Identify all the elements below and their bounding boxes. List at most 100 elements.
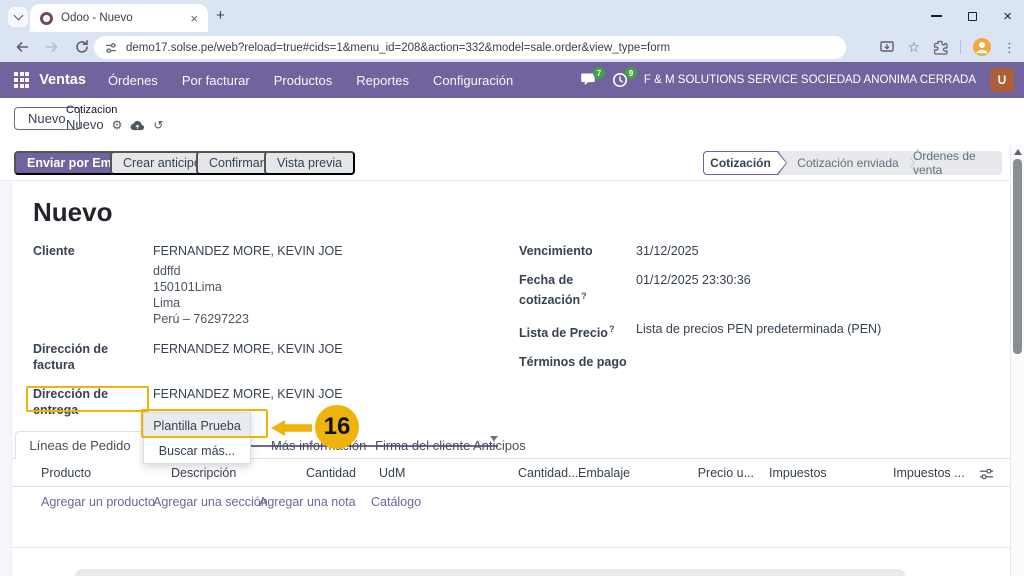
reload-icon[interactable]: [74, 39, 90, 55]
tab-title: Odoo - Nuevo: [61, 12, 188, 24]
save-cloud-icon[interactable]: [130, 119, 145, 131]
menu-configuracion[interactable]: Configuración: [433, 73, 513, 88]
activities-button[interactable]: 9: [612, 72, 630, 88]
section-divider: [12, 547, 1014, 548]
status-step-cotizacion-enviada[interactable]: Cotización enviada: [787, 151, 909, 175]
col-impuestos[interactable]: Impuestos: [769, 466, 827, 480]
col-udm[interactable]: UdM: [379, 466, 405, 480]
browser-tab[interactable]: Odoo - Nuevo ×: [30, 4, 208, 32]
scrollbar-thumb[interactable]: [1013, 159, 1022, 354]
window-restore-icon[interactable]: [968, 12, 977, 21]
window-close-icon[interactable]: ×: [1003, 9, 1012, 24]
url-text: demo17.solse.pe/web?reload=true#cids=1&m…: [126, 42, 670, 54]
app-name[interactable]: Ventas: [39, 72, 86, 88]
page-scrollbar[interactable]: [1010, 145, 1024, 576]
address-line: 150101Lima: [153, 279, 519, 295]
toolbar-right-icons: ☆ ⋮: [879, 32, 1016, 62]
optional-columns-icon[interactable]: [979, 467, 994, 481]
breadcrumb: Cotizacion Nuevo ⚙ ↺: [66, 104, 163, 132]
profile-avatar[interactable]: [973, 38, 991, 56]
help-icon: ?: [609, 324, 615, 334]
status-step-ordenes-venta[interactable]: Órdenes de venta: [913, 151, 1002, 175]
toolbar-divider: [960, 40, 961, 54]
fecha-cotizacion-value[interactable]: 01/12/2025 23:30:36: [636, 272, 751, 308]
window-minimize-icon[interactable]: [931, 15, 942, 16]
apps-grid-icon[interactable]: [14, 72, 29, 87]
tab-anticipos[interactable]: Anticipos: [473, 438, 526, 453]
add-section-link[interactable]: Agregar una sección: [153, 495, 268, 509]
control-panel: Nuevo Cotizacion Nuevo ⚙ ↺: [0, 98, 1024, 145]
tab-lineas-pedido[interactable]: Líneas de Pedido: [15, 431, 145, 459]
col-cantidad-2[interactable]: Cantidad...: [518, 466, 578, 480]
scrollbar-up-icon[interactable]: [1014, 149, 1022, 155]
user-avatar[interactable]: U: [990, 68, 1014, 92]
direccion-factura-value[interactable]: FERNANDEZ MORE, KEVIN JOE: [153, 341, 343, 373]
vencimiento-value[interactable]: 31/12/2025: [636, 243, 699, 259]
address-line: Lima: [153, 295, 519, 311]
browser-tab-strip: Odoo - Nuevo × + ×: [0, 0, 1024, 32]
sheet-left-gutter: [0, 181, 11, 576]
tab-search-button[interactable]: [8, 7, 28, 27]
screen: Odoo - Nuevo × + × demo17.solse.pe/web?r…: [0, 0, 1024, 576]
menu-por-facturar[interactable]: Por facturar: [182, 73, 250, 88]
address-line: ddffd: [153, 263, 519, 279]
action-row: Enviar por Email Crear anticipo Confirma…: [0, 145, 1024, 181]
back-icon[interactable]: [14, 39, 30, 55]
fecha-cotizacion-label: Fecha de cotización?: [519, 272, 636, 308]
tab-firma-cliente[interactable]: Firma del cliente: [375, 438, 470, 453]
odoo-navbar: Ventas Órdenes Por facturar Productos Re…: [0, 62, 1024, 98]
annotation-arrow-icon: [271, 419, 312, 437]
company-name[interactable]: F & M SOLUTIONS SERVICE SOCIEDAD ANONIMA…: [644, 74, 976, 86]
col-cantidad[interactable]: Cantidad: [281, 466, 356, 480]
chatter-composer-edge[interactable]: [75, 569, 905, 576]
install-app-icon[interactable]: [879, 39, 895, 55]
new-tab-button[interactable]: +: [216, 8, 225, 24]
cliente-value[interactable]: FERNANDEZ MORE, KEVIN JOE: [153, 243, 343, 259]
activities-badge: 9: [625, 67, 637, 79]
tab-close-icon[interactable]: ×: [188, 12, 200, 25]
lista-precio-label: Lista de Precio?: [519, 321, 636, 341]
window-controls: ×: [931, 0, 1012, 32]
status-step-cotizacion[interactable]: Cotización: [703, 151, 787, 175]
main-menu: Órdenes Por facturar Productos Reportes …: [108, 73, 513, 88]
forward-icon[interactable]: [44, 39, 60, 55]
col-precio-unitario[interactable]: Precio u...: [681, 466, 754, 480]
discard-icon[interactable]: ↺: [153, 119, 163, 131]
order-lines-header: Producto Descripción Cantidad UdM Cantid…: [12, 460, 1014, 487]
col-impuestos-2[interactable]: Impuestos ...: [893, 466, 963, 480]
record-title: Nuevo: [33, 197, 1003, 227]
col-embalaje[interactable]: Embalaje: [578, 466, 630, 480]
annotation-highlight-label: [26, 386, 149, 412]
menu-productos[interactable]: Productos: [274, 73, 333, 88]
col-producto[interactable]: Producto: [41, 466, 91, 480]
messages-badge: 7: [593, 67, 605, 79]
menu-reportes[interactable]: Reportes: [356, 73, 409, 88]
cliente-address: ddffd 150101Lima Lima Perú – 76297223: [153, 263, 519, 327]
address-bar[interactable]: demo17.solse.pe/web?reload=true#cids=1&m…: [94, 36, 846, 59]
add-note-link[interactable]: Agregar una nota: [259, 495, 356, 509]
preview-button[interactable]: Vista previa: [264, 151, 355, 175]
menu-ordenes[interactable]: Órdenes: [108, 73, 158, 88]
site-settings-icon[interactable]: [104, 41, 118, 55]
lista-precio-value[interactable]: Lista de precios PEN predeterminada (PEN…: [636, 321, 881, 341]
add-product-link[interactable]: Agregar un producto: [41, 495, 155, 509]
breadcrumb-parent[interactable]: Cotizacion: [66, 104, 163, 116]
navbar-right: 7 9 F & M SOLUTIONS SERVICE SOCIEDAD ANO…: [580, 62, 1014, 98]
browser-menu-icon[interactable]: ⋮: [1003, 41, 1016, 54]
extensions-icon[interactable]: [932, 39, 948, 55]
annotation-highlight-option: [141, 409, 268, 438]
messages-button[interactable]: 7: [580, 72, 598, 88]
chevron-down-icon: [13, 11, 23, 21]
col-descripcion[interactable]: Descripción: [171, 466, 236, 480]
terminos-pago-label: Términos de pago: [519, 354, 636, 370]
statusbar: Cotización Cotización enviada Órdenes de…: [703, 151, 1002, 175]
dropdown-option-buscar-mas[interactable]: Buscar más...: [144, 438, 250, 463]
direccion-factura-label: Dirección de factura: [33, 341, 153, 373]
bookmark-star-icon[interactable]: ☆: [907, 40, 920, 54]
catalog-link[interactable]: Catálogo: [371, 495, 421, 509]
odoo-favicon-icon: [40, 12, 53, 25]
help-icon: ?: [581, 291, 587, 301]
cliente-label: Cliente: [33, 243, 153, 259]
vencimiento-label: Vencimiento: [519, 243, 636, 259]
gear-icon[interactable]: ⚙: [112, 119, 123, 131]
